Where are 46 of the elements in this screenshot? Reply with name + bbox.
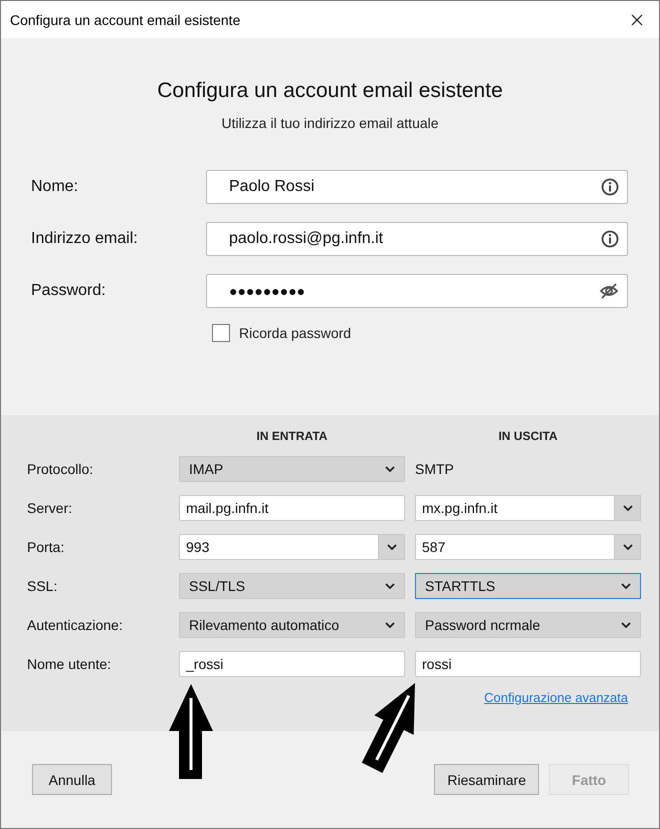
row-label: Protocollo: (27, 461, 94, 477)
protocol-label: SMTP (415, 461, 454, 477)
row-label: Porta: (27, 539, 66, 555)
combo-field[interactable]: 993 (179, 534, 405, 560)
hidden-eye-icon[interactable] (599, 282, 619, 300)
column-heading: IN USCITA (497, 429, 559, 443)
input-field[interactable]: mail.pg.infn.it (179, 495, 405, 521)
input-field[interactable]: _rossi (179, 651, 405, 677)
dropdown[interactable]: Rilevamento automatico (179, 612, 405, 638)
chevron-down-icon (622, 544, 632, 550)
dialog-button[interactable]: Annulla (32, 764, 112, 795)
close-icon[interactable] (631, 14, 643, 26)
chevron-down-icon (621, 622, 631, 628)
chevron-down-icon (622, 505, 632, 511)
row-label: SSL: (27, 578, 58, 594)
dropdown[interactable]: STARTTLS (415, 573, 641, 599)
checkbox[interactable] (212, 324, 230, 342)
input-field[interactable]: rossi (415, 651, 641, 677)
checkbox-label: Ricorda password (239, 325, 352, 341)
chevron-down-icon (385, 583, 395, 589)
dropdown[interactable]: Password ncrmale (415, 612, 641, 638)
advanced-settings-link[interactable]: Configurazione avanzata (484, 690, 628, 705)
combo-field[interactable]: mx.pg.infn.it (415, 495, 641, 521)
chevron-down-icon (385, 622, 395, 628)
dialog-subtitle: Utilizza il tuo indirizzo email attuale (221, 115, 439, 131)
chevron-down-icon (385, 466, 395, 472)
input-field[interactable]: paolo.rossi@pg.infn.it (206, 222, 628, 256)
dialog-heading: Configura un account email esistente (157, 79, 503, 103)
password-field[interactable]: ●●●●●●●●● (206, 274, 628, 308)
input-field[interactable]: Paolo Rossi (206, 170, 628, 204)
chevron-down-icon (621, 583, 631, 589)
row-label: Autenticazione: (27, 617, 124, 633)
column-heading: IN ENTRATA (256, 429, 328, 443)
combo-field[interactable]: 587 (415, 534, 641, 560)
dropdown[interactable]: SSL/TLS (179, 573, 405, 599)
field-label: Nome: (31, 178, 80, 196)
info-icon[interactable] (601, 178, 619, 196)
field-label: Indirizzo email: (31, 230, 139, 248)
field-label: Password: (31, 282, 107, 300)
chevron-down-icon (386, 544, 396, 550)
window-title: Configura un account email esistente (10, 12, 240, 28)
row-label: Server: (27, 500, 74, 516)
dialog-button[interactable]: Riesaminare (434, 764, 539, 795)
info-icon[interactable] (601, 230, 619, 248)
row-label: Nome utente: (27, 656, 112, 672)
dropdown[interactable]: IMAP (179, 456, 405, 482)
